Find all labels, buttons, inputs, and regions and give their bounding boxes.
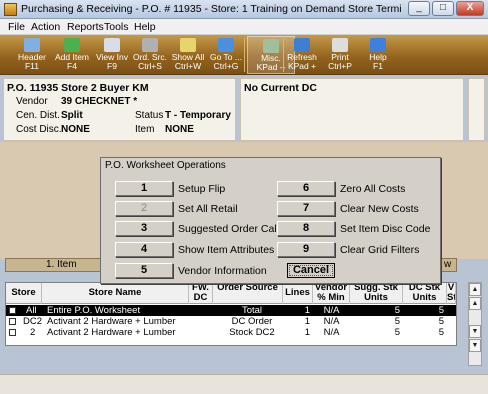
po-title: P.O. 11935 Store 2 Buyer KM [7,82,149,94]
dc-title: No Current DC [244,82,317,94]
status-bar [0,374,488,394]
misc-icon [263,39,279,53]
side-panel [468,78,485,141]
scroll-down-button[interactable]: ▼ [469,339,481,352]
add-item-icon [64,38,80,52]
view-inventory-icon [104,38,120,52]
option-5-label: Vendor Information [178,265,267,277]
option-6-label: Zero All Costs [340,183,406,195]
col-dc-stk[interactable]: DC Stk Units [403,283,447,304]
col-vendor-min[interactable]: Vendor % Min [313,283,350,304]
vendor-label: Vendor [16,96,48,107]
tab-item[interactable]: 1. Item [46,259,77,271]
option-8-label: Set Item Disc Code [340,223,431,235]
refresh-icon [294,38,310,52]
window-title: Purchasing & Receiving - P.O. # 11935 - … [21,3,401,15]
row-checkbox[interactable] [9,318,16,325]
col-order-source[interactable]: Order Source [213,283,283,304]
eye-icon [180,38,196,52]
option-5-button[interactable]: 5 [115,263,173,278]
goto-button[interactable]: Go To ... Ctrl+G [202,36,250,74]
option-4-button[interactable]: 4 [115,242,173,257]
help-icon [370,38,386,52]
cancel-button[interactable]: Cancel [287,263,335,278]
item-label: Item [135,124,155,135]
title-bar: Purchasing & Receiving - P.O. # 11935 - … [0,0,488,19]
table-row[interactable]: DC2 Activant 2 Hardware + Lumber DC Orde… [6,316,456,327]
menu-file[interactable]: File [8,20,25,34]
order-source-icon [142,38,158,52]
option-7-button[interactable]: 7 [277,201,335,216]
scroll-page-down-button[interactable]: ▼ [469,325,481,338]
option-2-button[interactable]: 2 [115,201,173,216]
option-1-label: Setup Flip [178,183,226,195]
cen-dist-value: Split [61,110,83,121]
printer-icon [332,38,348,52]
menu-bar: File Action Reports Tools Help [0,19,488,35]
grid-scrollbar[interactable]: ▲ ▲ ▼ ▼ [468,282,482,366]
cost-disc-value: NONE [61,124,90,135]
col-store[interactable]: Store [6,283,42,304]
option-7-label: Clear New Costs [340,203,419,215]
po-info-panel: P.O. 11935 Store 2 Buyer KM Vendor 39 CH… [3,78,236,141]
store-grid: Store Store Name FW. DC Order Source Lin… [5,282,457,346]
app-icon [4,3,17,16]
item-value: NONE [165,124,194,135]
dialog-title: P.O. Worksheet Operations [105,160,226,171]
scroll-page-button[interactable]: ▲ [469,297,481,310]
table-row[interactable]: 2 Activant 2 Hardware + Lumber Stock DC2… [6,327,456,338]
option-8-button[interactable]: 8 [277,221,335,236]
col-fw-dc[interactable]: FW. DC [189,283,213,304]
option-9-button[interactable]: 9 [277,242,335,257]
option-3-button[interactable]: 3 [115,221,173,236]
dc-panel: No Current DC [240,78,464,141]
col-sugg-stk[interactable]: Sugg. Stk Units [350,283,403,304]
col-v-st[interactable]: V St [447,283,456,304]
status-value: T - Temporary [165,110,231,121]
col-store-name[interactable]: Store Name [42,283,189,304]
goto-icon [218,38,234,52]
toolbar-separator [244,38,245,72]
option-9-label: Clear Grid Filters [340,244,420,256]
cen-dist-label: Cen. Dist. [16,110,60,121]
option-6-button[interactable]: 6 [277,181,335,196]
status-label: Status [135,110,164,121]
row-checkbox[interactable] [9,329,16,336]
menu-reports[interactable]: Reports [67,20,104,34]
close-button[interactable]: X [456,1,484,16]
po-worksheet-operations-dialog: P.O. Worksheet Operations 1 Setup Flip 2… [100,157,441,284]
toolbar: Header F11 Add Item F4 View Inv F9 Ord. Src… [0,35,488,75]
header-icon [24,38,40,52]
col-lines[interactable]: Lines [283,283,313,304]
menu-help[interactable]: Help [134,20,156,34]
minimize-button[interactable]: _ [408,1,430,16]
grid-header: Store Store Name FW. DC Order Source Lin… [6,283,456,304]
option-3-label: Suggested Order Calc [178,223,282,235]
option-1-button[interactable]: 1 [115,181,173,196]
maximize-button[interactable]: □ [432,1,454,16]
help-button[interactable]: Help F1 [354,36,402,74]
vendor-value: 39 CHECKNET * [61,96,138,107]
option-4-label: Show Item Attributes [178,244,275,256]
table-row[interactable]: All Entire P.O. Worksheet Total 1 N/A 5 … [6,305,456,316]
menu-tools[interactable]: Tools [104,20,129,34]
menu-action[interactable]: Action [31,20,60,34]
row-checkbox[interactable] [9,307,16,314]
tab-right-label: w [444,259,452,270]
scroll-up-button[interactable]: ▲ [469,283,481,296]
option-2-label: Set All Retail [178,203,238,215]
cost-disc-label: Cost Disc. [16,124,62,135]
